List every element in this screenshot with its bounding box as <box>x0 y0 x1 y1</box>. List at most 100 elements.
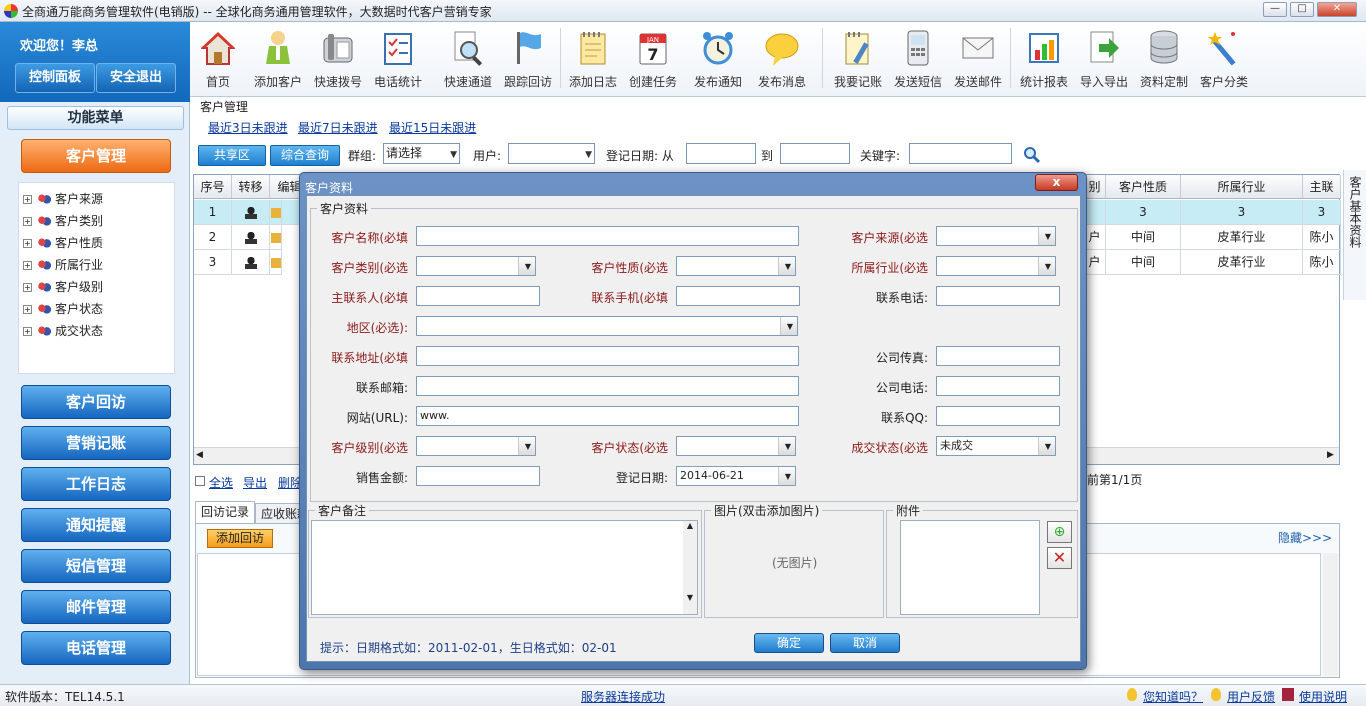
phone-input[interactable] <box>936 286 1060 306</box>
transfer-cell[interactable] <box>232 225 270 250</box>
close-window-button[interactable]: ✕ <box>1317 2 1357 17</box>
toolbar-send-email[interactable]: 发送邮件 <box>948 22 1008 97</box>
website-input[interactable]: www. <box>416 406 799 426</box>
dialog-close-button[interactable]: x <box>1035 174 1078 191</box>
edit-icon[interactable] <box>270 232 281 243</box>
tree-item-nature[interactable]: + 客户性质 <box>23 234 103 252</box>
contact-input[interactable] <box>416 286 540 306</box>
customer-name-input[interactable] <box>416 226 799 246</box>
user-transfer-icon[interactable] <box>244 231 257 244</box>
attachment-list[interactable] <box>900 520 1040 615</box>
expand-icon[interactable]: + <box>23 261 32 270</box>
add-attachment-icon[interactable]: ⊕ <box>1047 521 1072 543</box>
feedback-link[interactable]: 用户反馈 <box>1227 688 1275 705</box>
user-select[interactable] <box>508 143 595 165</box>
category-select[interactable] <box>416 256 536 276</box>
expand-icon[interactable]: + <box>23 305 32 314</box>
tree-item-source[interactable]: + 客户来源 <box>23 190 103 208</box>
tree-item-deal-status[interactable]: + 成交状态 <box>23 322 103 340</box>
notes-scrollbar[interactable]: ▲ ▼ <box>683 521 697 614</box>
column-header[interactable]: 别 <box>1084 175 1106 199</box>
fax-input[interactable] <box>936 346 1060 366</box>
transfer-cell[interactable] <box>232 250 270 275</box>
scroll-right-icon[interactable]: ▶ <box>1327 450 1334 460</box>
keyword-input[interactable] <box>909 143 1012 164</box>
expand-icon[interactable]: + <box>23 283 32 292</box>
help-link[interactable]: 使用说明 <box>1299 688 1347 705</box>
customer-info-side-tab[interactable]: 客户基本资料 <box>1343 170 1366 300</box>
tree-item-status[interactable]: + 客户状态 <box>23 300 103 318</box>
hide-link[interactable]: 隐藏>>> <box>1278 529 1332 546</box>
group-select[interactable]: 请选择 <box>383 143 460 165</box>
company-phone-input[interactable] <box>936 376 1060 396</box>
deal-status-select[interactable]: 未成交 <box>936 436 1056 456</box>
tree-item-level[interactable]: + 客户级别 <box>23 278 103 296</box>
control-panel-button[interactable]: 控制面板 <box>15 63 95 93</box>
add-visit-button[interactable]: 添加回访 <box>207 529 273 548</box>
date-from-input[interactable] <box>686 143 756 164</box>
select-all-link[interactable]: 全选 <box>209 474 233 491</box>
expand-icon[interactable]: + <box>23 195 32 204</box>
tab-visit-records[interactable]: 回访记录 <box>195 501 256 523</box>
column-header[interactable]: 所属行业 <box>1181 175 1303 199</box>
customer-visit-button[interactable]: 客户回访 <box>21 385 171 419</box>
reg-date-picker[interactable]: 2014-06-21 <box>676 466 796 486</box>
select-all-checkbox[interactable] <box>195 476 205 486</box>
minimize-button[interactable]: — <box>1263 2 1287 17</box>
address-input[interactable] <box>416 346 799 366</box>
transfer-cell[interactable] <box>232 200 270 225</box>
export-link[interactable]: 导出 <box>243 474 267 491</box>
mobile-input[interactable] <box>676 286 800 306</box>
logout-button[interactable]: 安全退出 <box>96 63 176 93</box>
link-3-days[interactable]: 最近3日未跟进 <box>208 119 288 136</box>
expand-icon[interactable]: + <box>23 239 32 248</box>
user-transfer-icon[interactable] <box>244 256 257 269</box>
level-select[interactable] <box>416 436 536 456</box>
marketing-account-button[interactable]: 营销记账 <box>21 426 171 460</box>
notes-textarea[interactable] <box>311 520 698 615</box>
customer-management-button[interactable]: 客户管理 <box>21 139 171 173</box>
tree-item-category[interactable]: + 客户类别 <box>23 212 103 230</box>
email-input[interactable] <box>416 376 799 396</box>
expand-icon[interactable]: + <box>23 327 32 336</box>
maximize-button[interactable]: □ <box>1290 2 1314 17</box>
cancel-button[interactable]: 取消 <box>830 633 900 653</box>
toolbar-publish-notice[interactable]: 发布通知 <box>688 22 748 97</box>
expand-icon[interactable]: + <box>23 217 32 226</box>
edit-icon[interactable] <box>270 207 281 218</box>
qq-input[interactable] <box>936 406 1060 426</box>
status-select[interactable] <box>676 436 796 456</box>
industry-select[interactable] <box>936 256 1056 276</box>
notification-button[interactable]: 通知提醒 <box>21 508 171 542</box>
column-header[interactable]: 主联 <box>1303 175 1341 199</box>
ok-button[interactable]: 确定 <box>754 633 824 653</box>
did-you-know-link[interactable]: 您知道吗？ <box>1143 688 1203 705</box>
sales-input[interactable] <box>416 466 540 486</box>
share-zone-button[interactable]: 共享区 <box>198 145 266 166</box>
email-management-button[interactable]: 邮件管理 <box>21 590 171 624</box>
sms-management-button[interactable]: 短信管理 <box>21 549 171 583</box>
toolbar-customer-class[interactable]: 客户分类 <box>1194 22 1254 97</box>
tree-item-industry[interactable]: + 所属行业 <box>23 256 103 274</box>
column-header[interactable]: 转移 <box>232 175 270 199</box>
scroll-left-icon[interactable]: ◀ <box>196 450 203 460</box>
link-7-days[interactable]: 最近7日未跟进 <box>298 119 378 136</box>
edit-cell[interactable] <box>270 200 282 225</box>
combined-query-button[interactable]: 综合查询 <box>270 145 340 166</box>
toolbar-call-stats[interactable]: 电话统计 <box>368 22 428 97</box>
region-select[interactable] <box>416 316 798 336</box>
phone-management-button[interactable]: 电话管理 <box>21 631 171 665</box>
search-icon[interactable] <box>1023 146 1041 164</box>
user-transfer-icon[interactable] <box>244 206 257 219</box>
edit-icon[interactable] <box>270 257 281 268</box>
toolbar-track-visit[interactable]: 跟踪回访 <box>498 22 558 97</box>
toolbar-create-task[interactable]: JAN 7 创建任务 <box>623 22 683 97</box>
nature-select[interactable] <box>676 256 796 276</box>
edit-cell[interactable] <box>270 250 282 275</box>
server-status-link[interactable]: 服务器连接成功 <box>581 688 665 705</box>
edit-cell[interactable] <box>270 225 282 250</box>
work-log-button[interactable]: 工作日志 <box>21 467 171 501</box>
column-header[interactable]: 序号 <box>194 175 232 199</box>
delete-attachment-icon[interactable]: ✕ <box>1047 547 1072 569</box>
toolbar-publish-message[interactable]: 发布消息 <box>752 22 812 97</box>
